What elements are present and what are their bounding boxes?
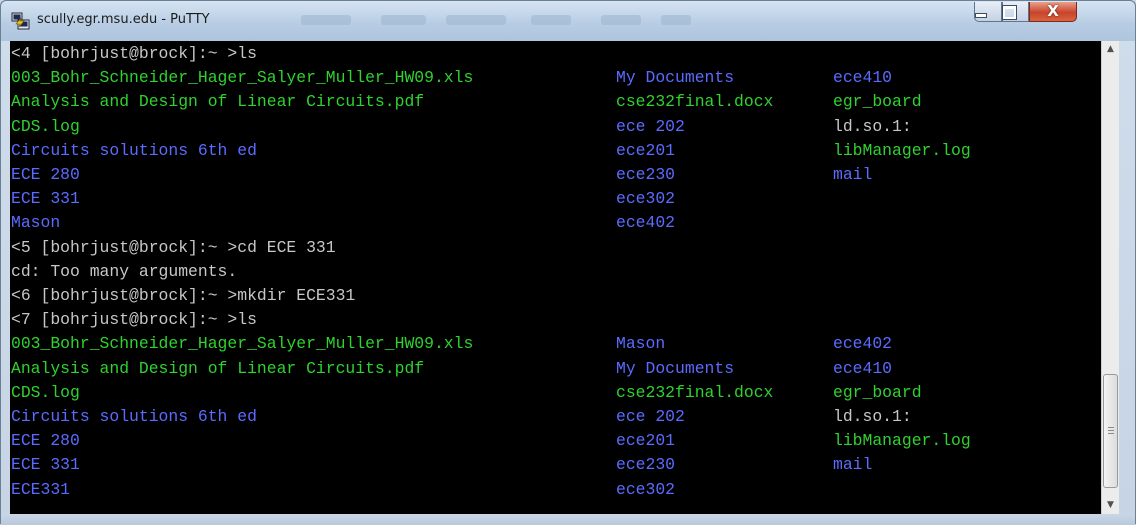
listing-entry: cse232final.docx: [616, 92, 774, 112]
close-button[interactable]: X: [1029, 2, 1077, 22]
ghost-tab: [601, 15, 641, 25]
terminal-line: ECE 331 ece230 mail: [11, 454, 1099, 476]
ghost-tab: [531, 15, 571, 25]
listing-entry: ece 202: [616, 116, 685, 136]
terminal-line: Circuits solutions 6th ed ece 202 ld.so.1:: [11, 406, 1099, 428]
listing-entry: ece 202: [616, 407, 685, 426]
listing-entry: ece230: [616, 165, 676, 184]
minimize-icon: [975, 13, 987, 18]
listing-entry: ece230: [616, 455, 676, 475]
listing-entry: ece302: [616, 479, 676, 499]
window-bottom-border: [1, 514, 1135, 525]
terminal-line: ECE331 ece302: [11, 479, 1099, 501]
listing-entry: My Documents: [616, 68, 735, 88]
terminal-command-text: cd: Too many arguments.: [11, 261, 238, 281]
listing-entry: CDS.log: [11, 382, 80, 402]
listing-entry: Circuits solutions 6th ed: [11, 407, 257, 426]
terminal-line: Analysis and Design of Linear Circuits.p…: [11, 358, 1099, 380]
listing-entry: ECE 280: [11, 431, 80, 451]
terminal-line: cd: Too many arguments.: [11, 261, 1099, 283]
terminal-output[interactable]: <4 [bohrjust@brock]:~ >ls 003_Bohr_Schnei…: [10, 41, 1101, 514]
listing-entry: mail: [833, 455, 873, 475]
minimize-button[interactable]: [974, 2, 1002, 22]
listing-entry: ld.so.1:: [833, 116, 912, 136]
listing-entry: My Documents: [616, 358, 735, 378]
terminal-line: <6 [bohrjust@brock]:~ >mkdir ECE331: [11, 285, 1099, 307]
maximize-button[interactable]: [1002, 2, 1029, 22]
ghost-tab: [301, 15, 351, 25]
terminal-command-text: <7 [bohrjust@brock]:~ >ls: [11, 310, 257, 330]
putty-window: scully.egr.msu.edu - PuTTY X <4 [bohrjus…: [0, 0, 1136, 525]
close-icon: X: [1047, 2, 1059, 20]
listing-entry: ece201: [616, 431, 676, 451]
ghost-tab: [446, 15, 506, 25]
listing-entry: ECE 280: [11, 165, 80, 184]
terminal-line: <5 [bohrjust@brock]:~ >cd ECE 331: [11, 237, 1099, 259]
listing-entry: cse232final.docx: [616, 382, 774, 402]
listing-entry: ece402: [616, 213, 676, 233]
listing-entry: ece410: [833, 68, 893, 88]
listing-entry: mail: [833, 165, 873, 184]
listing-entry: Mason: [11, 213, 61, 233]
listing-entry: Analysis and Design of Linear Circuits.p…: [11, 358, 425, 378]
maximize-icon: [1002, 5, 1017, 20]
scroll-down-arrow-icon[interactable]: ▼: [1102, 497, 1119, 514]
terminal-line: CDS.log ece 202 ld.so.1:: [11, 116, 1099, 138]
terminal-line: Analysis and Design of Linear Circuits.p…: [11, 91, 1099, 113]
listing-entry: 003_Bohr_Schneider_Hager_Salyer_Muller_H…: [11, 334, 474, 354]
terminal-line: CDS.log cse232final.docx egr_board: [11, 382, 1099, 404]
listing-entry: ece402: [833, 334, 893, 354]
grip-icon: [1108, 427, 1114, 428]
terminal-line: <7 [bohrjust@brock]:~ >ls: [11, 309, 1099, 331]
listing-entry: ld.so.1:: [833, 407, 912, 426]
terminal-line: 003_Bohr_Schneider_Hager_Salyer_Muller_H…: [11, 333, 1099, 355]
terminal-line: ECE 280 ece230 mail: [11, 164, 1099, 186]
listing-entry: libManager.log: [833, 431, 971, 451]
listing-entry: ece302: [616, 189, 676, 209]
vertical-scrollbar[interactable]: ▲ ▼: [1101, 41, 1119, 514]
terminal-command-text: <4 [bohrjust@brock]:~ >ls: [11, 44, 257, 63]
terminal-line: Mason ece402: [11, 212, 1099, 234]
listing-entry: CDS.log: [11, 116, 80, 136]
listing-entry: egr_board: [833, 92, 922, 112]
listing-entry: Circuits solutions 6th ed: [11, 140, 257, 160]
listing-entry: egr_board: [833, 382, 922, 402]
title-bar[interactable]: scully.egr.msu.edu - PuTTY X: [1, 1, 1135, 41]
terminal-line: Circuits solutions 6th ed ece201 libManage…: [11, 140, 1099, 162]
scroll-thumb[interactable]: [1103, 374, 1118, 488]
listing-entry: ece410: [833, 358, 893, 378]
ghost-tab: [381, 15, 426, 25]
listing-entry: ece201: [616, 140, 676, 160]
putty-app-icon: [11, 12, 30, 30]
window-title: scully.egr.msu.edu - PuTTY: [37, 12, 210, 27]
listing-entry: ECE331: [11, 479, 71, 499]
listing-entry: ECE 331: [11, 189, 80, 209]
scroll-up-arrow-icon[interactable]: ▲: [1102, 41, 1119, 58]
terminal-command-text: <5 [bohrjust@brock]:~ >cd ECE 331: [11, 237, 336, 257]
terminal-line: ECE 331 ece302: [11, 188, 1099, 210]
terminal-line: ECE 280 ece201 libManager.log: [11, 430, 1099, 452]
listing-entry: libManager.log: [833, 140, 971, 160]
listing-entry: Analysis and Design of Linear Circuits.p…: [11, 92, 425, 112]
listing-entry: 003_Bohr_Schneider_Hager_Salyer_Muller_H…: [11, 68, 474, 88]
listing-entry: Mason: [616, 334, 666, 354]
terminal-line: 003_Bohr_Schneider_Hager_Salyer_Muller_H…: [11, 67, 1099, 89]
listing-entry: ECE 331: [11, 455, 80, 475]
terminal-line: <4 [bohrjust@brock]:~ >ls: [11, 43, 1099, 65]
terminal-command-text: <6 [bohrjust@brock]:~ >mkdir ECE331: [11, 286, 356, 305]
ghost-tab: [661, 15, 691, 25]
